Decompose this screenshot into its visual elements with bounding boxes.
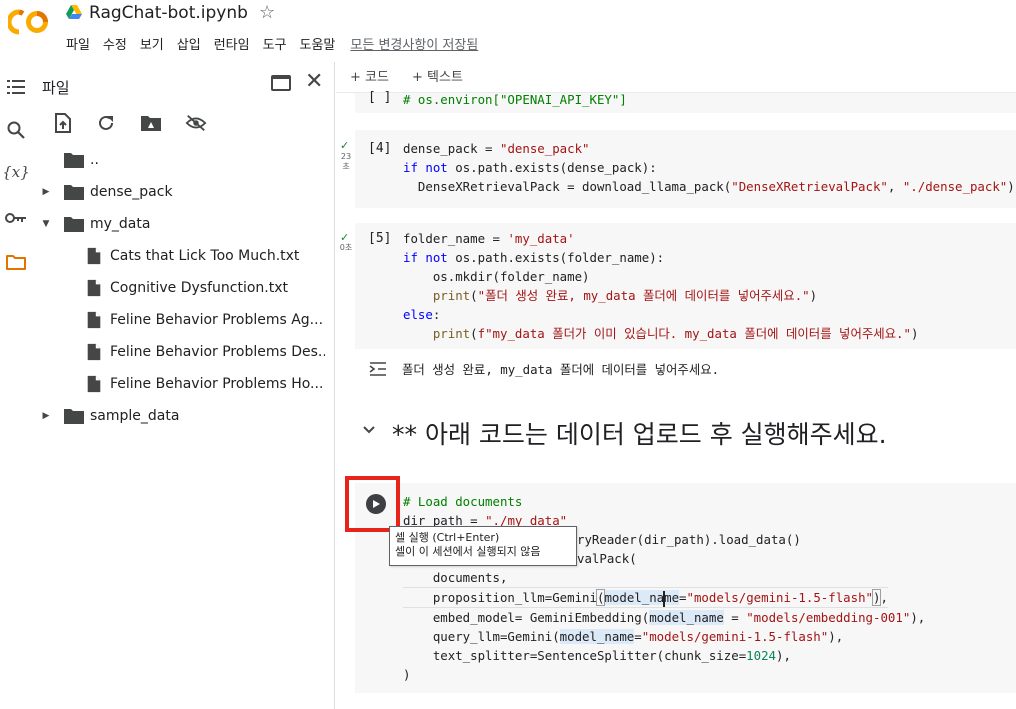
menu-edit[interactable]: 수정 <box>103 34 127 53</box>
code-line-fragment[interactable]: ryReader(dir_path).load_data() <box>577 530 801 549</box>
variables-icon[interactable]: {x} <box>2 161 30 183</box>
code-editor[interactable]: dense_pack = "dense_pack" if not os.path.… <box>403 139 1015 196</box>
code-cell[interactable]: [ ] # os.environ["OPENAI_API_KEY"] <box>355 90 1016 113</box>
menu-view[interactable]: 보기 <box>140 34 164 53</box>
search-icon[interactable] <box>5 119 27 141</box>
notebook-title[interactable]: RagChat-bot.ipynb <box>89 3 248 23</box>
table-of-contents-icon[interactable] <box>5 76 27 98</box>
run-cell-button[interactable] <box>366 494 386 514</box>
files-panel: 파일 ✕ .. ▶ dense_pack ▼ my_data Cats that… <box>32 62 335 709</box>
cell-output: 폴더 생성 완료, my_data 폴더에 데이터를 넣어주세요. <box>402 362 720 377</box>
run-tooltip: 셀 실행 (Ctrl+Enter) 셀이 이 세션에서 실행되지 않음 <box>389 526 577 566</box>
folder-icon[interactable] <box>5 251 27 273</box>
tree-item-label: Cats that Lick Too Much.txt <box>110 248 300 264</box>
run-duration: 23 초 <box>340 152 352 171</box>
tree-item-sample-data[interactable]: ▶ sample_data <box>32 400 335 432</box>
hide-icon[interactable] <box>185 112 207 134</box>
drive-folder-icon[interactable] <box>140 112 162 134</box>
tree-item-label: my_data <box>90 216 151 232</box>
tree-item-label: Cognitive Dysfunction.txt <box>110 280 288 296</box>
refresh-icon[interactable] <box>95 112 117 134</box>
add-code-button[interactable]: + 코드 <box>350 66 389 85</box>
tree-item-label: Feline Behavior Problems Des... <box>110 344 325 360</box>
save-status[interactable]: 모든 변경사항이 저장됨 <box>350 34 478 53</box>
open-in-tab-icon[interactable] <box>271 75 291 91</box>
tooltip-line: 셀 실행 (Ctrl+Enter) <box>395 531 500 544</box>
execution-count: [ ] <box>368 90 392 105</box>
tree-item-label: sample_data <box>90 408 180 424</box>
tree-item-label: dense_pack <box>90 184 173 200</box>
folder-icon <box>64 409 84 424</box>
tree-item-file[interactable]: Cognitive Dysfunction.txt <box>32 272 335 304</box>
key-icon[interactable] <box>5 207 27 229</box>
notebook-area: + 코드 + 텍스트 [ ] # os.environ["OPENAI_API_… <box>336 62 1016 709</box>
tree-item-parent[interactable]: .. <box>32 144 335 176</box>
tree-item-my-data[interactable]: ▼ my_data <box>32 208 335 240</box>
tree-item-label: Feline Behavior Problems Ho... <box>110 376 324 392</box>
notebook-toolbar: + 코드 + 텍스트 <box>336 62 1016 90</box>
file-icon <box>87 279 101 297</box>
folder-icon <box>64 217 84 232</box>
code-line-fragment[interactable]: valPack( <box>577 549 637 568</box>
file-icon <box>87 247 101 265</box>
tree-item-label: Feline Behavior Problems Ag... <box>110 312 324 328</box>
success-check-icon: ✓ <box>340 139 350 152</box>
menu-file[interactable]: 파일 <box>66 34 90 53</box>
file-icon <box>87 375 101 393</box>
tree-item-dense-pack[interactable]: ▶ dense_pack <box>32 176 335 208</box>
chevron-right-icon[interactable]: ▶ <box>41 187 51 197</box>
play-icon <box>373 500 380 508</box>
close-icon[interactable]: ✕ <box>305 69 323 94</box>
add-text-button[interactable]: + 텍스트 <box>412 66 463 85</box>
execution-count: [5] <box>368 231 392 246</box>
side-rail: {x} <box>0 62 32 709</box>
code-comment[interactable]: # Load documents <box>403 492 522 511</box>
google-drive-icon[interactable] <box>66 5 82 19</box>
code-line[interactable]: # os.environ["OPENAI_API_KEY"] <box>403 90 627 109</box>
upload-icon[interactable] <box>52 112 74 134</box>
execution-count: [4] <box>368 141 392 156</box>
colab-logo[interactable] <box>8 8 50 36</box>
tree-item-file[interactable]: Feline Behavior Problems Ho... <box>32 368 335 400</box>
code-cell[interactable]: [4] dense_pack = "dense_pack" if not os.p… <box>355 130 1016 208</box>
star-icon[interactable]: ☆ <box>259 2 275 23</box>
menu-insert[interactable]: 삽입 <box>177 34 201 53</box>
folder-icon <box>64 185 84 200</box>
section-heading[interactable]: ** 아래 코드는 데이터 업로드 후 실행해주세요. <box>392 415 887 451</box>
code-cell[interactable]: [5] folder_name = 'my_data' if not os.pat… <box>355 223 1016 349</box>
menu-help[interactable]: 도움말 <box>300 34 336 53</box>
menu-runtime[interactable]: 런타임 <box>214 34 250 53</box>
run-duration: 0초 <box>339 243 353 252</box>
tree-item-file[interactable]: Feline Behavior Problems Ag... <box>32 304 335 336</box>
code-editor[interactable]: folder_name = 'my_data' if not os.path.ex… <box>403 229 918 343</box>
file-icon <box>87 311 101 329</box>
chevron-down-icon[interactable]: ▼ <box>41 219 51 229</box>
chevron-right-icon[interactable]: ▶ <box>41 411 51 421</box>
menu-bar: 파일 수정 보기 삽입 런타임 도구 도움말 모든 변경사항이 저장됨 <box>66 34 491 53</box>
tree-item-label: .. <box>90 152 99 168</box>
files-panel-title: 파일 <box>42 79 70 97</box>
tree-item-file[interactable]: Feline Behavior Problems Des... <box>32 336 335 368</box>
menu-tools[interactable]: 도구 <box>263 34 287 53</box>
tree-item-file[interactable]: Cats that Lick Too Much.txt <box>32 240 335 272</box>
chevron-down-icon[interactable] <box>362 425 376 435</box>
app-header: RagChat-bot.ipynb ☆ 파일 수정 보기 삽입 런타임 도구 도… <box>0 0 1016 62</box>
output-icon[interactable] <box>368 360 388 378</box>
folder-icon <box>64 153 84 168</box>
tooltip-line: 셀이 이 세션에서 실행되지 않음 <box>395 545 541 558</box>
file-icon <box>87 343 101 361</box>
